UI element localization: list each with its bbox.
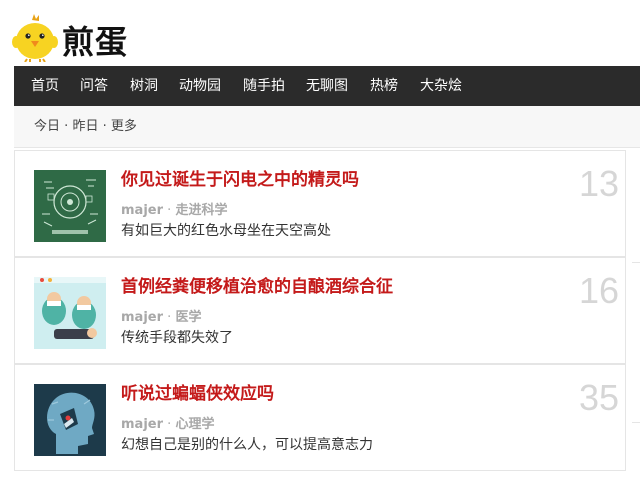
date-filter: 今日 · 昨日 · 更多 <box>34 106 137 148</box>
nav-item-misc[interactable]: 大杂烩 <box>420 66 462 106</box>
nav-item-hot[interactable]: 热榜 <box>370 66 398 106</box>
post-excerpt: 幻想自己是别的什么人，可以提高意志力 <box>121 437 373 453</box>
post-item: 首例经粪便移植治愈的自酿酒综合征 majer · 医学 传统手段都失效了 16 <box>14 257 626 364</box>
main-nav: 首页 问答 树洞 动物园 随手拍 无聊图 热榜 大杂烩 <box>14 66 640 106</box>
filter-yesterday-link[interactable]: 昨日 <box>72 119 98 134</box>
post-excerpt: 传统手段都失效了 <box>121 330 233 346</box>
post-meta: majer · 走进科学 <box>121 199 227 218</box>
nav-item-qa[interactable]: 问答 <box>80 66 108 106</box>
nav-item-treehole[interactable]: 树洞 <box>130 66 158 106</box>
filter-more-link[interactable]: 更多 <box>111 119 137 134</box>
filter-separator: · <box>64 119 69 134</box>
post-category[interactable]: 医学 <box>175 310 201 325</box>
nav-item-zoo[interactable]: 动物园 <box>179 66 221 106</box>
post-meta: majer · 医学 <box>121 306 201 325</box>
site-logo-text[interactable]: 煎蛋 <box>62 22 128 62</box>
nav-item-home[interactable]: 首页 <box>31 66 59 106</box>
sidebar-edge <box>626 148 640 488</box>
meta-separator: · <box>167 203 172 218</box>
divider <box>632 262 640 263</box>
comment-count[interactable]: 35 <box>579 377 619 419</box>
post-excerpt: 有如巨大的红色水母坐在天空高处 <box>121 223 331 239</box>
logo-bar: 煎蛋 <box>0 0 640 66</box>
post-author[interactable]: majer <box>121 203 163 218</box>
post-item: 听说过蝙蝠侠效应吗 majer · 心理学 幻想自己是别的什么人，可以提高意志力… <box>14 364 626 471</box>
post-author[interactable]: majer <box>121 417 163 432</box>
nav-item-snapshot[interactable]: 随手拍 <box>243 66 285 106</box>
divider <box>632 422 640 423</box>
filter-today-link[interactable]: 今日 <box>34 119 60 134</box>
post-author[interactable]: majer <box>121 310 163 325</box>
doctors-illustration-thumbnail[interactable] <box>34 277 106 349</box>
chick-icon[interactable] <box>12 14 58 62</box>
date-filter-bar: 今日 · 昨日 · 更多 <box>14 106 640 148</box>
post-category[interactable]: 心理学 <box>175 417 214 432</box>
post-category[interactable]: 走进科学 <box>175 203 227 218</box>
post-item: 你见过诞生于闪电之中的精灵吗 majer · 走进科学 有如巨大的红色水母坐在天… <box>14 150 626 257</box>
nav-item-boring-pics[interactable]: 无聊图 <box>306 66 348 106</box>
meta-separator: · <box>167 417 172 432</box>
post-meta: majer · 心理学 <box>121 413 214 432</box>
comment-count[interactable]: 13 <box>579 163 619 205</box>
comment-count[interactable]: 16 <box>579 270 619 312</box>
meta-separator: · <box>167 310 172 325</box>
filter-separator: · <box>102 119 107 134</box>
post-title[interactable]: 听说过蝙蝠侠效应吗 <box>121 379 274 404</box>
post-title[interactable]: 首例经粪便移植治愈的自酿酒综合征 <box>121 272 393 297</box>
science-chalkboard-thumbnail[interactable] <box>34 170 106 242</box>
head-silhouette-thumbnail[interactable] <box>34 384 106 456</box>
post-title[interactable]: 你见过诞生于闪电之中的精灵吗 <box>121 165 359 190</box>
